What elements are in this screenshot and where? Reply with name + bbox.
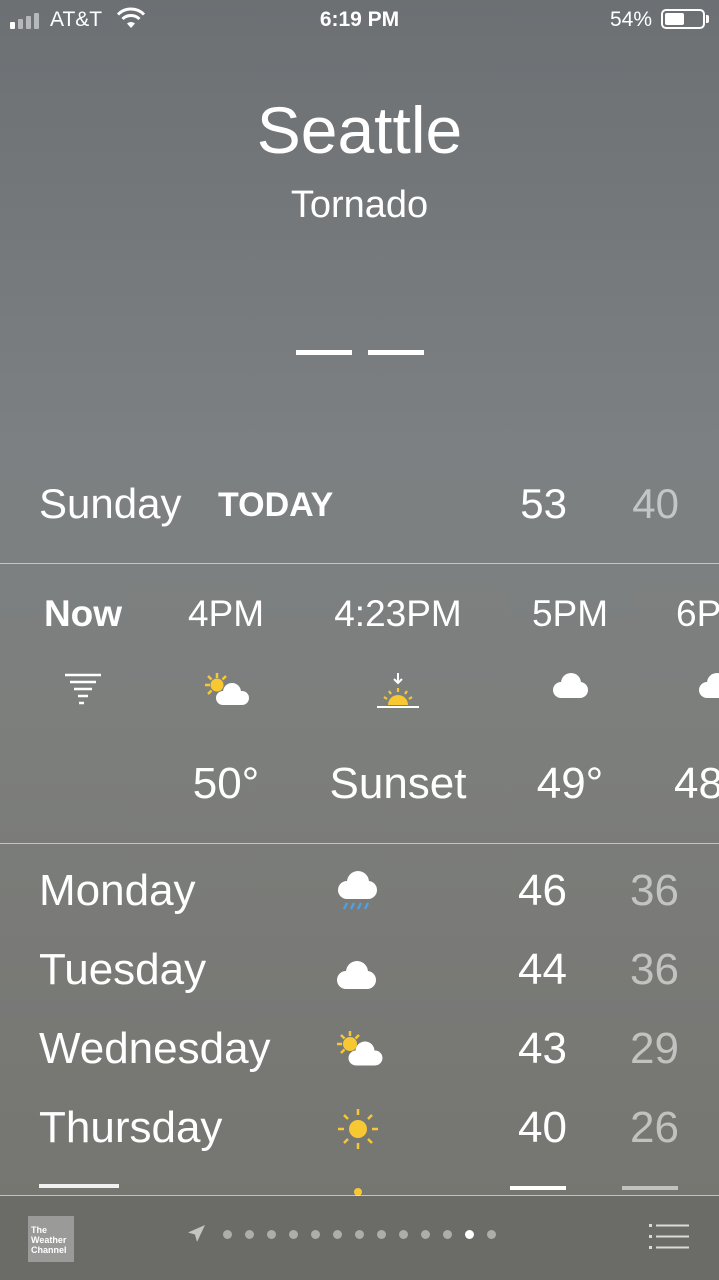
partly-sunny-icon	[201, 671, 251, 714]
daily-row-tuesday: Tuesday 44 36	[0, 945, 719, 1015]
rain-icon	[334, 870, 380, 925]
temperature-placeholder-dash	[367, 349, 424, 355]
hourly-time: 4:23PM	[334, 593, 462, 634]
page-dot[interactable]	[486, 1229, 496, 1239]
page-dot[interactable]	[464, 1229, 474, 1239]
daily-row-wednesday: Wednesday 43 29	[0, 1024, 719, 1094]
divider	[0, 843, 719, 844]
hourly-time: 6P	[676, 593, 719, 634]
daily-low: 36	[630, 866, 679, 915]
page-dot[interactable]	[288, 1229, 298, 1239]
page-dot[interactable]	[398, 1229, 408, 1239]
cloud-icon	[550, 671, 590, 706]
divider	[0, 563, 719, 564]
daily-low: 29	[630, 1024, 679, 1073]
current-temperature	[0, 322, 719, 377]
page-dot[interactable]	[310, 1229, 320, 1239]
battery-icon	[661, 9, 705, 29]
daily-row-monday: Monday 46 36	[0, 866, 719, 936]
today-tag: TODAY	[218, 486, 334, 524]
today-low: 40	[632, 480, 679, 527]
daily-day: Monday	[39, 866, 196, 915]
cloud-icon	[696, 671, 719, 706]
page-dot[interactable]	[222, 1229, 232, 1239]
hourly-time: Now	[43, 593, 123, 634]
hourly-temp: 48	[674, 759, 719, 808]
battery-tip	[706, 15, 709, 23]
tornado-icon	[63, 671, 103, 712]
sunset-icon	[375, 671, 421, 716]
page-indicator[interactable]	[186, 1224, 502, 1244]
daily-high: 44	[518, 945, 567, 994]
today-summary: Sunday TODAY 53 40	[0, 480, 719, 540]
hourly-time: 4PM	[187, 593, 265, 634]
daily-high: 40	[518, 1103, 567, 1152]
page-dot[interactable]	[244, 1229, 254, 1239]
cloud-icon	[334, 953, 378, 1003]
daily-row-thursday: Thursday 40 26	[0, 1103, 719, 1173]
hourly-time: 5PM	[531, 593, 609, 634]
page-dot[interactable]	[266, 1229, 276, 1239]
hourly-forecast[interactable]: Now 4PM 50° 4:23PM Sunset 5PM 49° 6P 48	[0, 565, 719, 843]
daily-day: Wednesday	[39, 1024, 271, 1073]
sunset-label: Sunset	[329, 759, 467, 808]
daily-low: 26	[630, 1103, 679, 1152]
page-dot[interactable]	[376, 1229, 386, 1239]
daily-high: 43	[518, 1024, 567, 1073]
partly-sunny-icon	[334, 1028, 384, 1081]
today-high: 53	[520, 480, 567, 527]
hourly-temp: 49°	[536, 759, 604, 808]
page-dot[interactable]	[354, 1229, 364, 1239]
daily-high: 46	[518, 866, 567, 915]
status-bar: AT&T 6:19 PM 54%	[0, 0, 719, 40]
daily-day: Thursday	[39, 1103, 223, 1152]
hourly-temp: 50°	[192, 759, 260, 808]
city-name: Seattle	[256, 93, 463, 167]
location-arrow-icon	[188, 1225, 205, 1242]
page-dot[interactable]	[442, 1229, 452, 1239]
weather-channel-logo[interactable]: The Weather Channel	[28, 1216, 74, 1262]
sun-icon	[336, 1107, 380, 1162]
weather-condition: Tornado	[290, 184, 429, 226]
temperature-placeholder-dash	[295, 349, 352, 355]
battery-percent: 54%	[609, 8, 652, 31]
daily-day: Tuesday	[39, 945, 207, 994]
page-dot[interactable]	[420, 1229, 430, 1239]
today-day: Sunday	[39, 480, 182, 527]
daily-low: 36	[630, 945, 679, 994]
bottom-toolbar: The Weather Channel	[0, 1196, 719, 1280]
city-list-button[interactable]	[649, 1224, 689, 1250]
page-dot[interactable]	[332, 1229, 342, 1239]
partial-row-glyphs	[39, 1184, 119, 1194]
